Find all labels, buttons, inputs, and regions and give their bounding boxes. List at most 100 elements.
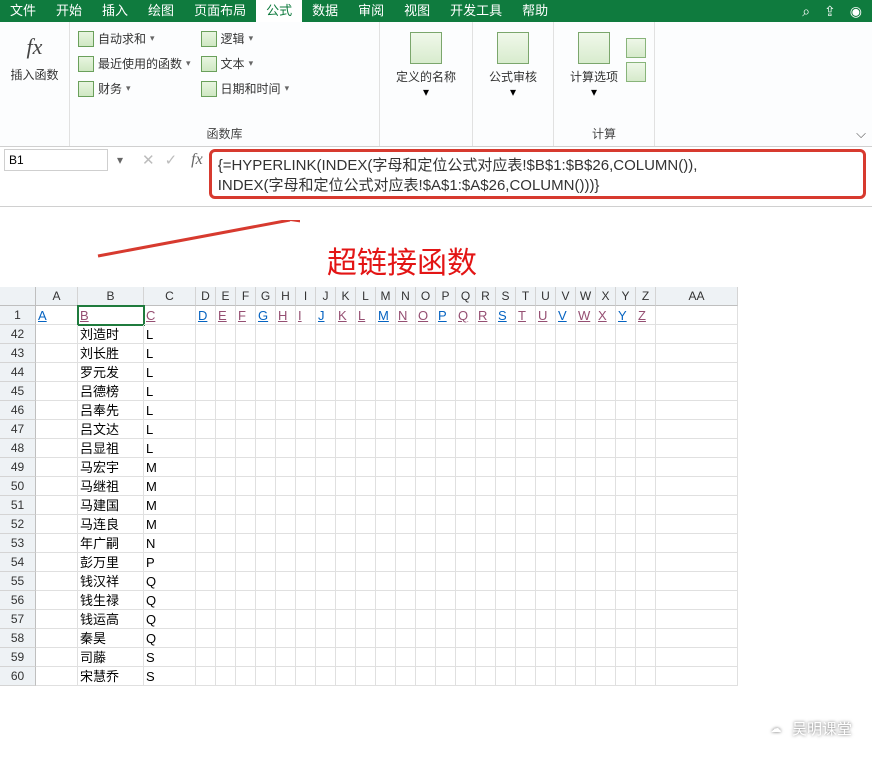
cell[interactable] [596, 610, 616, 629]
cell[interactable] [576, 534, 596, 553]
row-header[interactable]: 50 [0, 477, 36, 496]
cell[interactable] [476, 363, 496, 382]
cell[interactable] [396, 572, 416, 591]
cell[interactable] [596, 553, 616, 572]
cell[interactable] [536, 591, 556, 610]
cell[interactable] [636, 610, 656, 629]
cell[interactable] [336, 629, 356, 648]
row-header[interactable]: 52 [0, 515, 36, 534]
cell[interactable] [516, 382, 536, 401]
cell[interactable] [476, 648, 496, 667]
menu-tab-开始[interactable]: 开始 [46, 0, 92, 22]
cell[interactable] [416, 439, 436, 458]
cell[interactable] [296, 515, 316, 534]
row-header[interactable]: 1 [0, 306, 36, 325]
cell[interactable] [656, 629, 738, 648]
cell[interactable] [356, 629, 376, 648]
cell[interactable] [256, 629, 276, 648]
cell[interactable] [616, 515, 636, 534]
cell[interactable]: 钱生禄 [78, 591, 144, 610]
cell[interactable] [236, 610, 256, 629]
cell[interactable] [636, 572, 656, 591]
cell[interactable] [476, 534, 496, 553]
cell[interactable] [616, 420, 636, 439]
cell[interactable] [216, 496, 236, 515]
cell[interactable] [236, 572, 256, 591]
cell[interactable] [256, 325, 276, 344]
cell[interactable] [296, 648, 316, 667]
cell[interactable] [536, 439, 556, 458]
cell[interactable] [536, 629, 556, 648]
cell[interactable] [516, 458, 536, 477]
cell-hyperlink[interactable]: X [596, 306, 616, 325]
cell[interactable] [496, 439, 516, 458]
cell[interactable] [436, 363, 456, 382]
cell[interactable] [336, 363, 356, 382]
cell[interactable] [516, 534, 536, 553]
cell[interactable] [476, 439, 496, 458]
cell[interactable] [416, 534, 436, 553]
calc-options-button[interactable]: 计算选项 ▾ [562, 32, 626, 99]
cell[interactable] [456, 629, 476, 648]
cell[interactable] [236, 363, 256, 382]
cell[interactable] [236, 648, 256, 667]
cell[interactable] [376, 420, 396, 439]
cell[interactable]: N [144, 534, 196, 553]
column-header[interactable]: Z [636, 287, 656, 306]
cell[interactable] [256, 458, 276, 477]
menu-tab-页面布局[interactable]: 页面布局 [184, 0, 256, 22]
cell[interactable] [376, 439, 396, 458]
cell[interactable] [516, 610, 536, 629]
cell[interactable] [496, 534, 516, 553]
cell[interactable] [276, 648, 296, 667]
cell[interactable] [236, 534, 256, 553]
cell[interactable] [596, 667, 616, 686]
cell[interactable] [476, 496, 496, 515]
cell[interactable] [496, 420, 516, 439]
cell[interactable] [256, 439, 276, 458]
name-box[interactable]: B1 [4, 149, 108, 171]
cell[interactable] [216, 325, 236, 344]
cell[interactable] [276, 439, 296, 458]
cell[interactable] [496, 458, 516, 477]
cell[interactable] [636, 363, 656, 382]
cell[interactable] [216, 477, 236, 496]
cell[interactable] [536, 382, 556, 401]
cell[interactable] [536, 534, 556, 553]
cell[interactable]: 秦昊 [78, 629, 144, 648]
cell[interactable] [416, 420, 436, 439]
cell[interactable] [256, 363, 276, 382]
cell[interactable]: 刘造时 [78, 325, 144, 344]
cell[interactable] [356, 382, 376, 401]
lib-item[interactable]: 最近使用的函数▾ [78, 55, 191, 72]
cell[interactable] [256, 477, 276, 496]
cell[interactable] [276, 534, 296, 553]
cell[interactable] [296, 344, 316, 363]
cell[interactable] [316, 648, 336, 667]
cell[interactable] [396, 344, 416, 363]
fx-symbol[interactable]: fx [191, 151, 203, 169]
cell[interactable] [196, 515, 216, 534]
cell[interactable] [196, 420, 216, 439]
menu-tab-文件[interactable]: 文件 [0, 0, 46, 22]
cell[interactable]: 吕奉先 [78, 401, 144, 420]
cell[interactable] [516, 477, 536, 496]
cell[interactable] [616, 477, 636, 496]
cell[interactable] [216, 629, 236, 648]
insert-function-button[interactable]: fx 插入函数 [8, 26, 61, 83]
menu-tab-审阅[interactable]: 审阅 [348, 0, 394, 22]
cell[interactable] [656, 553, 738, 572]
cell[interactable] [36, 648, 78, 667]
cell[interactable] [536, 325, 556, 344]
cell[interactable] [496, 401, 516, 420]
cell[interactable] [276, 477, 296, 496]
cell[interactable] [316, 496, 336, 515]
menu-tab-数据[interactable]: 数据 [302, 0, 348, 22]
cell[interactable] [576, 401, 596, 420]
cell[interactable] [216, 610, 236, 629]
cell[interactable] [496, 610, 516, 629]
cell[interactable] [656, 420, 738, 439]
cell[interactable] [196, 534, 216, 553]
cell[interactable] [616, 439, 636, 458]
cell[interactable]: Q [144, 591, 196, 610]
